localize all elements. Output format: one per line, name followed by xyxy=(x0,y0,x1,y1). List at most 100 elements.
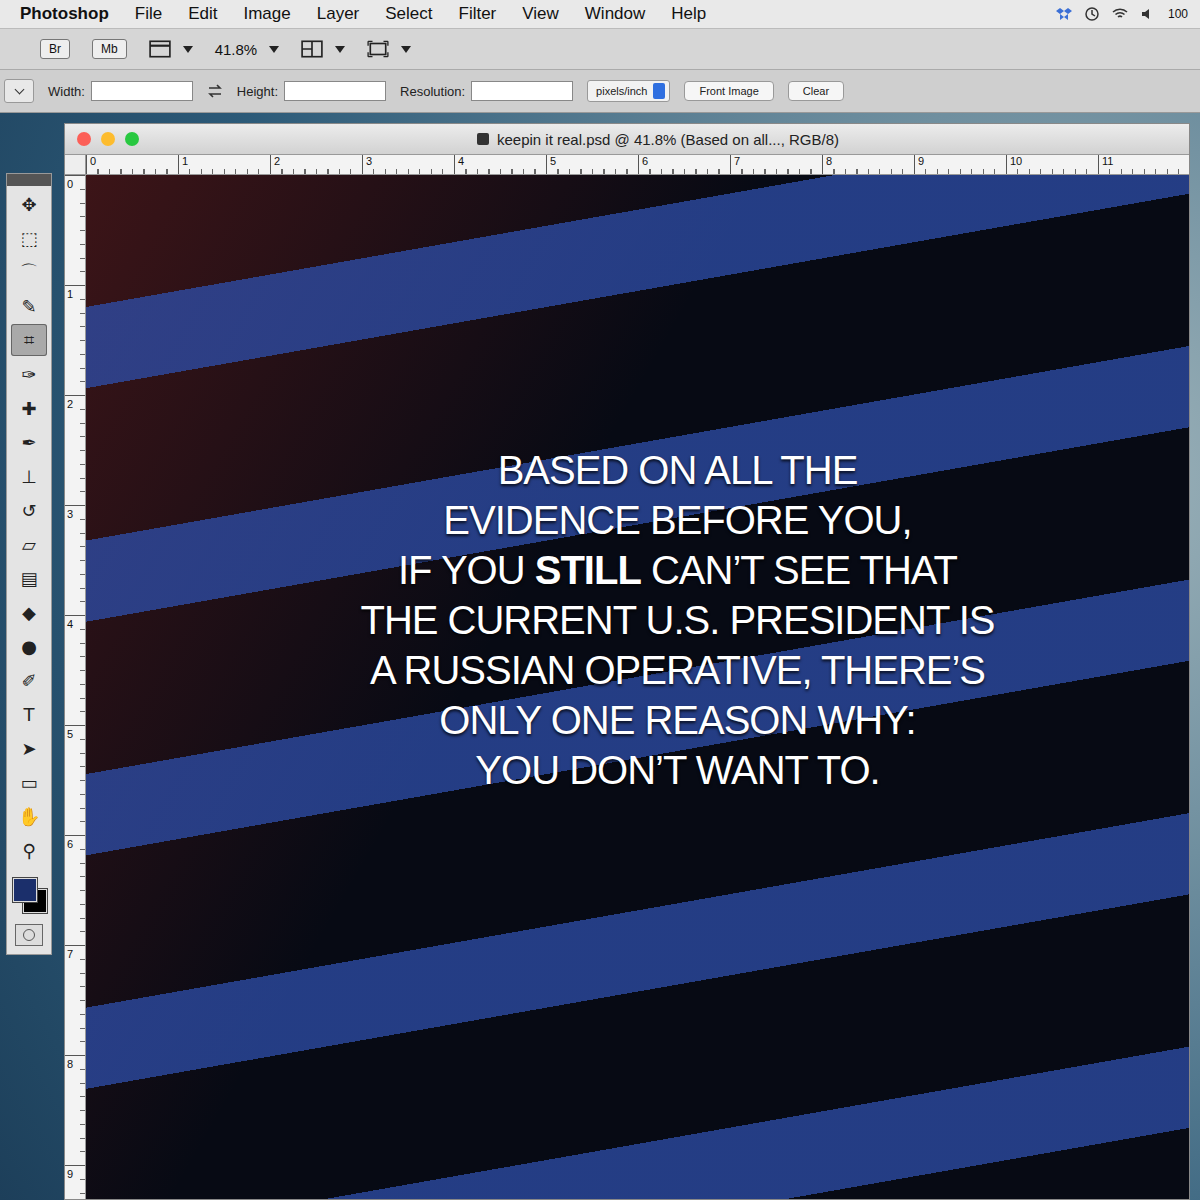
poster-line: BASED ON ALL THE xyxy=(498,445,858,495)
poster-word: ONLY ONE REASON WHY: xyxy=(439,698,915,742)
foreground-color-swatch[interactable] xyxy=(13,878,37,902)
tools-panel: ✥⬚⌒✎⌗✑✚✒⊥↺▱▤◆●✐T➤▭✋⚲ xyxy=(6,173,52,955)
panel-header[interactable] xyxy=(7,174,51,186)
field-label: Resolution: xyxy=(400,84,465,99)
close-button[interactable] xyxy=(77,132,91,146)
menu-item[interactable]: Select xyxy=(385,4,432,24)
tool-preset-picker[interactable] xyxy=(4,79,34,103)
ruler-mark: 9 xyxy=(65,1165,85,1199)
menu-item[interactable]: Window xyxy=(585,4,645,24)
chevron-icon xyxy=(14,85,24,95)
tool-button[interactable]: ✚ xyxy=(11,392,47,424)
zoom-button[interactable] xyxy=(125,132,139,146)
mini-bridge-button[interactable]: Mb xyxy=(92,39,127,59)
poster-word: CAN’T SEE THAT xyxy=(641,548,957,592)
horizontal-ruler[interactable]: 01234567891011 xyxy=(86,155,1189,175)
menu-item[interactable]: Image xyxy=(243,4,290,24)
tool-button[interactable]: ✒ xyxy=(11,426,47,458)
psd-file-icon xyxy=(477,133,489,145)
swap-icon[interactable] xyxy=(207,83,223,99)
menu-item[interactable]: File xyxy=(135,4,162,24)
document-title-bar: keepin it real.psd @ 41.8% (Based on all… xyxy=(65,124,1189,155)
dropdown-caret-icon xyxy=(401,46,411,53)
tool-button[interactable]: ⌗ xyxy=(11,324,47,356)
menu-item[interactable]: Edit xyxy=(188,4,217,24)
ruler-row: 01234567891011 xyxy=(65,155,1189,175)
application-bar: Br Mb 41.8% xyxy=(0,29,1200,70)
quick-mask-button[interactable] xyxy=(15,924,43,946)
menu-item[interactable]: Layer xyxy=(317,4,360,24)
tool-button[interactable]: ▱ xyxy=(11,528,47,560)
poster-text: BASED ON ALL THEEVIDENCE BEFORE YOU,IF Y… xyxy=(360,445,994,795)
bridge-button[interactable]: Br xyxy=(40,39,70,59)
ruler-mark: 4 xyxy=(454,155,546,174)
tool-button[interactable]: ⊥ xyxy=(11,460,47,492)
dropbox-icon[interactable] xyxy=(1056,6,1072,22)
options-bar: Width: Height: Resolution: pixels/inch F… xyxy=(0,70,1200,113)
screen-mode-button[interactable] xyxy=(367,40,411,58)
ruler-mark: 11 xyxy=(1098,155,1189,174)
color-swatches xyxy=(11,876,47,914)
tool-button[interactable]: ✎ xyxy=(11,290,47,322)
document-title: keepin it real.psd @ 41.8% (Based on all… xyxy=(139,131,1177,148)
poster-word: YOU DON’T WANT TO. xyxy=(475,748,879,792)
poster-word: IF YOU xyxy=(398,548,535,592)
ruler-mark: 10 xyxy=(1006,155,1098,174)
time-machine-icon[interactable] xyxy=(1084,6,1100,22)
ruler-mark: 2 xyxy=(270,155,362,174)
arrange-documents-button[interactable] xyxy=(301,40,345,58)
tool-button[interactable]: ● xyxy=(11,630,47,662)
ruler-origin[interactable] xyxy=(65,155,86,175)
ruler-mark: 7 xyxy=(65,945,85,1055)
tool-button[interactable]: ▤ xyxy=(11,562,47,594)
poster-line: THE CURRENT U.S. PRESIDENT IS xyxy=(360,595,994,645)
wifi-icon[interactable] xyxy=(1112,6,1128,22)
tool-button[interactable]: ▭ xyxy=(11,766,47,798)
ruler-mark: 6 xyxy=(638,155,730,174)
ruler-mark: 5 xyxy=(65,725,85,835)
ruler-mark: 0 xyxy=(65,175,85,285)
text-field[interactable] xyxy=(284,81,386,101)
battery-level[interactable]: 100 xyxy=(1168,7,1188,21)
ruler-mark: 0 xyxy=(86,155,178,174)
menu-item[interactable]: View xyxy=(522,4,559,24)
field-label: Width: xyxy=(48,84,85,99)
canvas[interactable]: BASED ON ALL THEEVIDENCE BEFORE YOU,IF Y… xyxy=(86,175,1189,1199)
tool-button[interactable]: ⬚ xyxy=(11,222,47,254)
poster-word: A RUSSIAN OPERATIVE, THERE’S xyxy=(370,648,985,692)
vertical-ruler[interactable]: 0123456789 xyxy=(65,175,86,1199)
zoom-level[interactable]: 41.8% xyxy=(215,41,280,58)
workspace: ✥⬚⌒✎⌗✑✚✒⊥↺▱▤◆●✐T➤▭✋⚲ keepin it real.psd … xyxy=(0,113,1200,1200)
menu-item[interactable]: Help xyxy=(671,4,706,24)
menu-item[interactable]: Filter xyxy=(459,4,497,24)
tool-button[interactable]: ⚲ xyxy=(11,834,47,866)
volume-icon[interactable] xyxy=(1140,6,1156,22)
option-button[interactable]: Clear xyxy=(788,81,844,101)
tool-button[interactable]: ⌒ xyxy=(11,256,47,288)
poster-line: A RUSSIAN OPERATIVE, THERE’S xyxy=(370,645,985,695)
tool-button[interactable]: ✋ xyxy=(11,800,47,832)
option-button[interactable]: Front Image xyxy=(684,81,773,101)
menu-bar: Photoshop File Edit Image Layer Select Filter… xyxy=(0,0,1200,29)
dropdown-caret-icon xyxy=(269,46,279,53)
tool-button[interactable]: ↺ xyxy=(11,494,47,526)
tool-button[interactable]: ✐ xyxy=(11,664,47,696)
view-extras-button[interactable] xyxy=(149,40,193,58)
text-field[interactable] xyxy=(91,81,193,101)
app-menu[interactable]: Photoshop xyxy=(20,4,109,24)
minimize-button[interactable] xyxy=(101,132,115,146)
tool-button[interactable]: T xyxy=(11,698,47,730)
ruler-mark: 3 xyxy=(362,155,454,174)
field-label: Height: xyxy=(237,84,278,99)
text-field[interactable] xyxy=(471,81,573,101)
tool-button[interactable]: ➤ xyxy=(11,732,47,764)
tool-button[interactable]: ✥ xyxy=(11,188,47,220)
poster-word: THE CURRENT U.S. PRESIDENT IS xyxy=(360,598,994,642)
tool-button[interactable]: ✑ xyxy=(11,358,47,390)
poster-line: EVIDENCE BEFORE YOU, xyxy=(443,495,911,545)
poster-line: YOU DON’T WANT TO. xyxy=(475,745,879,795)
tool-button[interactable]: ◆ xyxy=(11,596,47,628)
unit-select[interactable]: pixels/inch xyxy=(587,80,670,102)
quick-mask-icon xyxy=(23,929,35,941)
option-field: Width: xyxy=(48,81,223,101)
